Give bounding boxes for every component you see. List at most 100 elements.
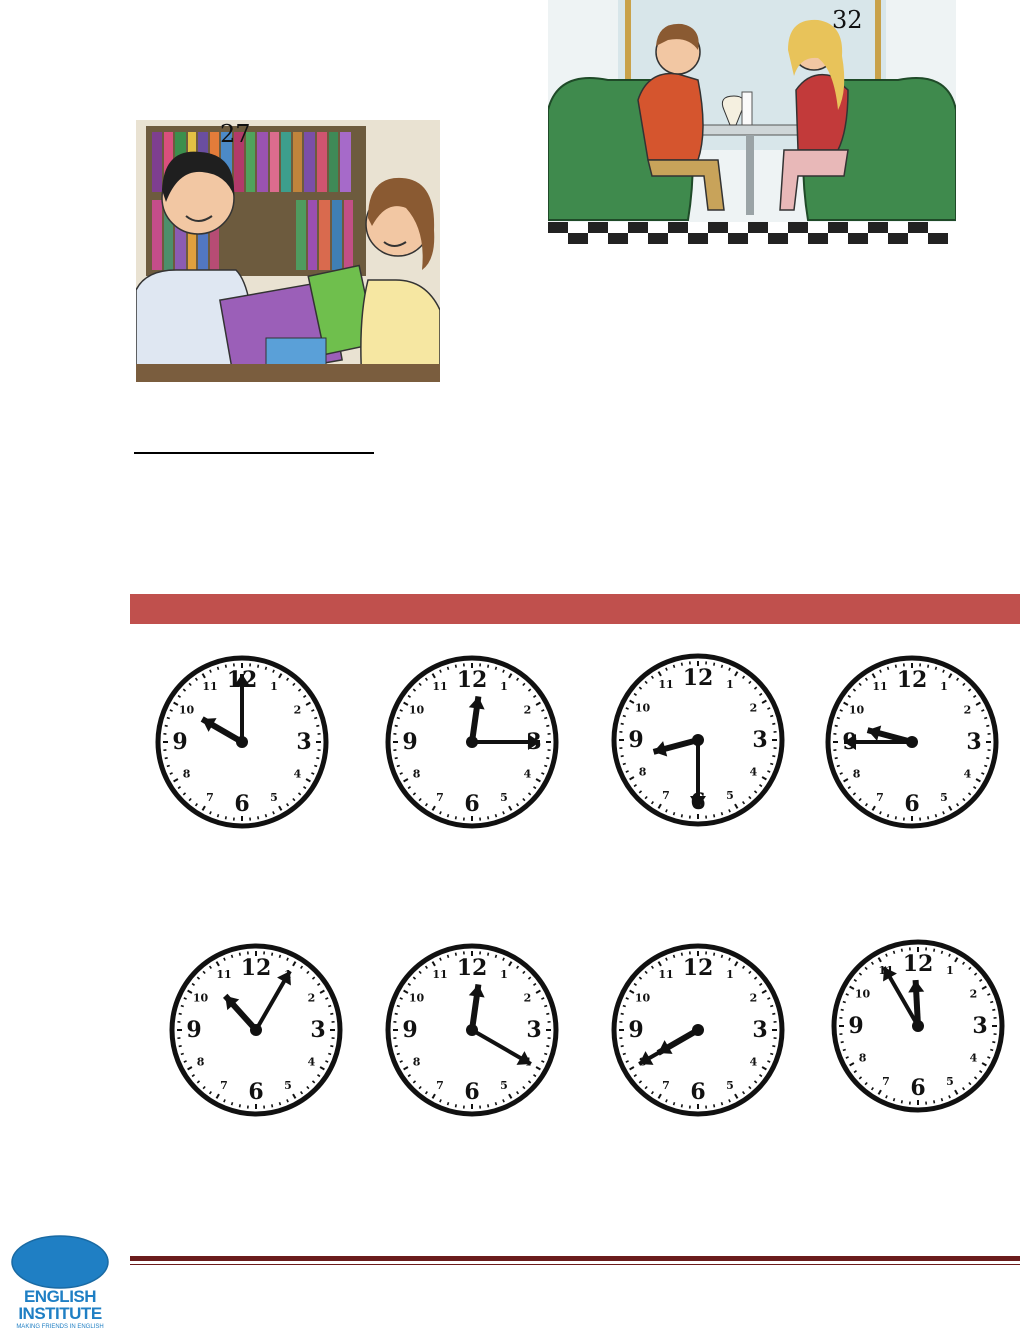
clock-numeral: 10: [409, 704, 425, 717]
clock-tick: [394, 757, 398, 760]
logo-title: ENGLISH INSTITUTE: [12, 1288, 108, 1322]
clock-tick: [272, 669, 275, 673]
clock-numeral: 1: [726, 678, 734, 691]
clock-icon: 121234567891011: [385, 655, 559, 829]
clock-tick: [546, 757, 550, 760]
clock-hub: [692, 1024, 704, 1036]
clock-tick: [238, 1104, 241, 1108]
clock-tick: [169, 772, 173, 775]
clock-tick: [271, 952, 274, 956]
clock-tick: [620, 1045, 624, 1048]
clock-tick: [986, 757, 990, 760]
clock-tick: [672, 954, 676, 958]
clock-numeral: 12: [457, 955, 488, 981]
clock-numeral: 1: [946, 964, 954, 977]
clock-face: 121234567891011: [382, 652, 562, 832]
clock-numeral: 2: [524, 992, 532, 1005]
clock-tick: [454, 1104, 457, 1108]
clock-tick: [990, 1000, 994, 1004]
clock-tick: [987, 1056, 991, 1059]
clock-numeral: 11: [202, 680, 217, 693]
clock-numeral: 12: [683, 665, 714, 691]
clock-hub: [692, 734, 704, 746]
clock-numeral: 7: [436, 1079, 444, 1092]
clock-numeral: 10: [193, 992, 209, 1005]
clock-tick: [622, 762, 626, 766]
clock-icon: 121234567891011: [155, 655, 329, 829]
clock-tick: [770, 1004, 774, 1008]
clock-tick: [625, 770, 629, 773]
clock-icon: 121234567891011: [611, 653, 785, 827]
clock-tick: [487, 952, 490, 956]
clock-tick: [665, 957, 668, 961]
clock-tick: [728, 667, 731, 671]
clock-numeral: 6: [464, 1079, 479, 1105]
clock-tick: [625, 997, 629, 1000]
clock-numeral: 5: [500, 791, 508, 804]
clock-numeral: 12: [897, 667, 928, 693]
clock-numeral: 9: [628, 1017, 643, 1043]
clock-tick: [316, 757, 320, 760]
clock-numeral: 6: [248, 1079, 263, 1105]
clock-tick: [257, 664, 260, 668]
clock-numeral: 6: [910, 1075, 925, 1101]
clock-tick: [502, 957, 505, 961]
library-illustration: [136, 120, 440, 382]
clock-tick: [446, 814, 450, 818]
clock-tick: [544, 1052, 548, 1056]
clock-numeral: 11: [658, 968, 673, 981]
clock-tick: [900, 1100, 903, 1104]
clock-numeral: 5: [946, 1075, 954, 1088]
clock-tick: [209, 811, 212, 815]
clock-tick: [772, 1045, 776, 1048]
clock-tick: [885, 1095, 888, 1099]
clock-tick: [894, 816, 897, 820]
clock-tick: [286, 1099, 289, 1103]
clock-tick: [180, 1004, 184, 1008]
clock-hub: [236, 736, 248, 748]
clock-tick: [272, 811, 275, 815]
clock-tick: [494, 1102, 498, 1106]
clock-tick: [278, 954, 282, 958]
clock-tick: [770, 762, 774, 766]
clock-tick: [278, 1102, 282, 1106]
clock-tick: [942, 669, 945, 673]
clock-tick: [541, 997, 545, 1000]
english-institute-logo: ENGLISH INSTITUTE MAKING FRIENDS IN ENGL…: [4, 1232, 128, 1336]
clock-tick: [544, 1004, 548, 1008]
clock-face: 121234567891011: [608, 650, 788, 830]
clock-tick: [990, 1048, 994, 1052]
clock-tick: [927, 664, 930, 668]
clock-numeral: 3: [972, 1013, 987, 1039]
clock-tick: [209, 669, 212, 673]
clock-numeral: 4: [964, 768, 972, 781]
clock-numeral: 10: [635, 992, 651, 1005]
clock-tick: [984, 716, 988, 720]
clock-icon: 121234567891011: [611, 943, 785, 1117]
clock-numeral: 2: [294, 704, 302, 717]
clock-tick: [836, 716, 840, 720]
clock-tick: [264, 666, 268, 670]
clock-tick: [728, 1099, 731, 1103]
clock-tick: [330, 1012, 334, 1015]
clock-tick: [264, 814, 268, 818]
clock-tick: [399, 1060, 403, 1063]
clock-tick: [713, 662, 716, 666]
clock-tick: [672, 664, 676, 668]
clock-tick: [987, 993, 991, 996]
clock-tick: [934, 814, 938, 818]
clock-tick: [986, 724, 990, 727]
clock-hub: [250, 1024, 262, 1036]
clock-face: 121234567891011: [382, 940, 562, 1120]
clock-tick: [933, 948, 936, 952]
section-banner: [130, 594, 1020, 624]
clock-numeral: 6: [904, 791, 919, 817]
clock-numeral: 10: [409, 992, 425, 1005]
clock-numeral: 7: [662, 789, 670, 802]
clock-tick: [439, 957, 442, 961]
diner-illustration: [548, 0, 956, 244]
footer-rule-thin: [130, 1264, 1020, 1265]
clock-numeral: 10: [855, 988, 871, 1001]
clock-tick: [271, 1104, 274, 1108]
footer-rule: [130, 1256, 1020, 1261]
